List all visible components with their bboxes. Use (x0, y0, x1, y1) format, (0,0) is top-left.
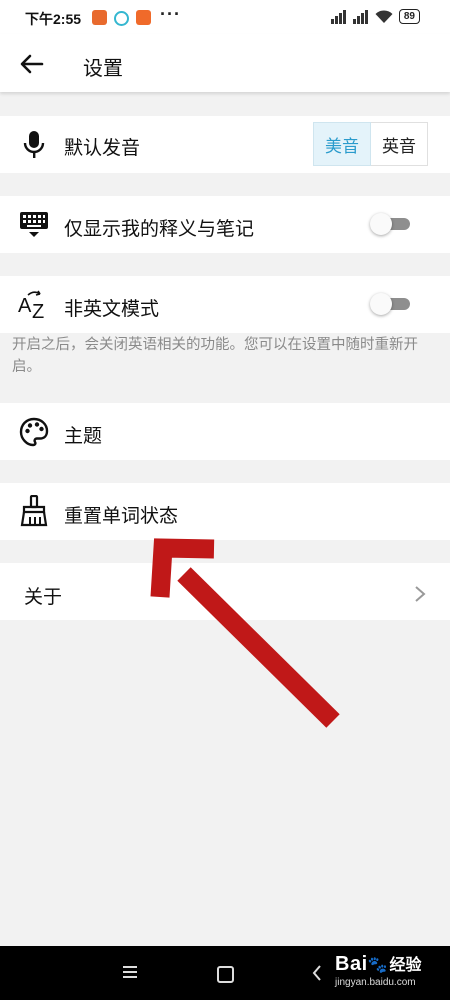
app-bar: 设置 (0, 34, 450, 92)
setting-about[interactable]: 关于 (0, 563, 450, 620)
palette-icon (18, 416, 50, 448)
home-icon[interactable] (217, 966, 234, 983)
wifi-icon (375, 9, 393, 23)
back-icon[interactable] (312, 965, 322, 981)
keyboard-icon (18, 208, 50, 240)
signal-icon (352, 9, 368, 24)
setting-label: 仅显示我的释义与笔记 (64, 219, 255, 240)
svg-text:A: A (18, 295, 32, 317)
navigation-bar: Bai🐾 经验 jingyan.baidu.com (0, 946, 450, 1000)
status-bar: 下午2:55 ··· 89 (0, 0, 450, 34)
back-arrow-icon[interactable] (18, 50, 46, 78)
paw-icon: 🐾 (367, 957, 388, 974)
chevron-right-icon (415, 586, 426, 602)
more-notifications-icon: ··· (160, 4, 181, 24)
notes-only-switch[interactable] (370, 213, 412, 235)
watermark-url: jingyan.baidu.com (335, 977, 416, 988)
setting-label: 默认发音 (64, 138, 141, 159)
svg-text:Z: Z (32, 301, 44, 320)
setting-label: 非英文模式 (64, 299, 160, 320)
signal-icon (330, 9, 346, 24)
pronunciation-toggle: 美音 英音 (313, 122, 428, 166)
setting-label: 关于 (24, 587, 63, 608)
setting-label: 重置单词状态 (64, 506, 179, 527)
setting-theme[interactable]: 主题 (0, 403, 450, 460)
setting-notes-only[interactable]: 仅显示我的释义与笔记 (0, 196, 450, 253)
mi-app-icon (136, 10, 151, 25)
setting-pronunciation: 默认发音 美音 英音 (0, 116, 450, 173)
sort-az-icon: A Z (18, 289, 50, 321)
menu-icon[interactable] (123, 966, 137, 978)
option-british[interactable]: 英音 (371, 122, 428, 166)
non-english-hint: 开启之后，会关闭英语相关的功能。您可以在设置中随时重新开启。 (12, 337, 418, 375)
app-notification-icon (114, 11, 129, 26)
watermark-logo-suffix: 经验 (389, 957, 422, 974)
non-english-switch[interactable] (370, 293, 412, 315)
status-time: 下午2:55 (25, 11, 82, 27)
option-american[interactable]: 美音 (313, 122, 371, 166)
watermark: Bai🐾 经验 jingyan.baidu.com (335, 951, 422, 988)
setting-non-english[interactable]: A Z 非英文模式 (0, 276, 450, 333)
setting-label: 主题 (64, 426, 103, 447)
app-notification-icon (92, 10, 107, 25)
battery-icon: 89 (398, 9, 420, 24)
setting-reset-words[interactable]: 重置单词状态 (0, 483, 450, 540)
broom-icon (18, 495, 50, 527)
page-title: 设置 (83, 58, 123, 80)
microphone-icon (18, 129, 50, 161)
watermark-logo: Bai (335, 953, 368, 975)
